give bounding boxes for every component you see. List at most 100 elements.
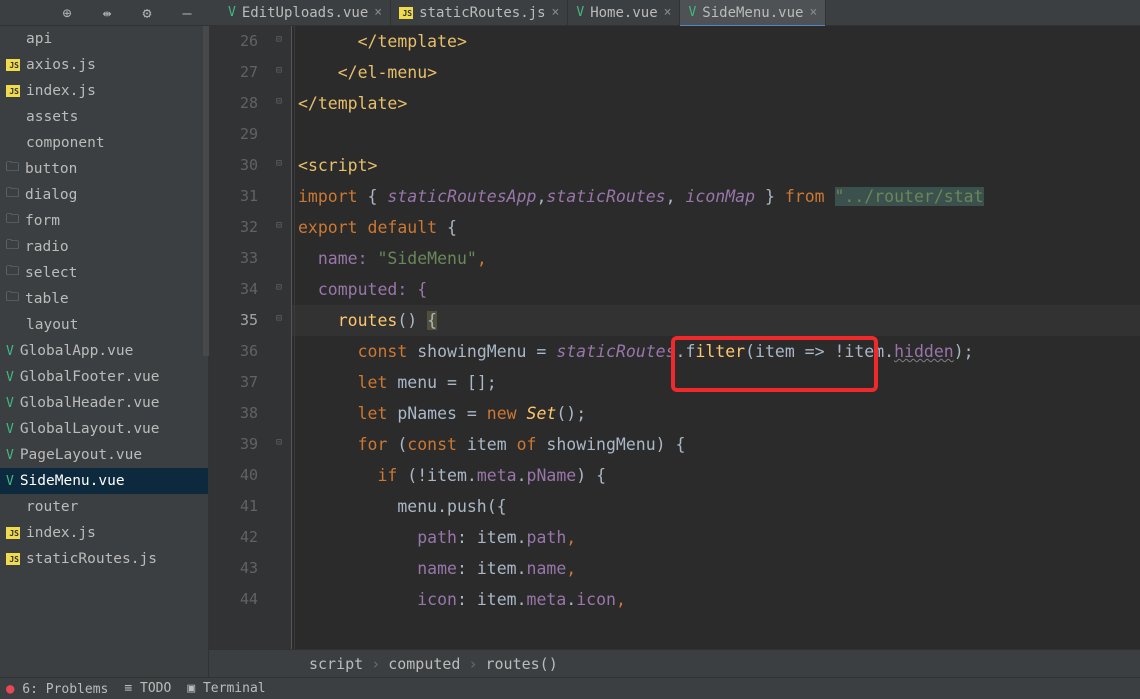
tree-item[interactable]: JS staticRoutes.js [0,546,208,572]
tab-label: staticRoutes.js [419,5,545,21]
tree-item-label: staticRoutes.js [26,551,157,567]
tree-item-label: GlobalLayout.vue [20,421,160,437]
tree-item[interactable]: V GlobalApp.vue [0,338,208,364]
tree-item-label: layout [26,317,78,333]
folder-icon [6,136,20,150]
gear-icon[interactable]: ⚙ [136,2,158,24]
tree-item[interactable]: JS index.js [0,78,208,104]
vue-icon: V [6,474,14,489]
tab-label: Home.vue [590,5,657,21]
tree-item-label: select [25,265,77,281]
folder-icon: 🗀 [6,210,19,232]
tool-window-bar: ● 6: Problems ≡ TODO ▣ Terminal [0,677,1140,699]
js-icon: JS [6,59,20,71]
line-gutter: 26272829303132333435363738394041424344 [209,26,274,649]
vue-icon: V [6,448,14,463]
tab-label: SideMenu.vue [702,5,803,21]
breadcrumb-item[interactable]: routes() [486,655,558,673]
chevron-right-icon: › [468,655,477,673]
tree-item-label: component [26,135,105,151]
tree-item[interactable]: JS axios.js [0,52,208,78]
tree-item-label: GlobalFooter.vue [20,369,160,385]
close-icon[interactable]: × [809,5,817,20]
folder-icon: 🗀 [6,288,19,310]
tree-item-label: button [25,161,77,177]
tree-item[interactable]: layout [0,312,208,338]
tab-edituploads[interactable]: V EditUploads.vue × [220,0,391,26]
tree-item-label: SideMenu.vue [20,473,125,489]
folder-icon: 🗀 [6,262,19,284]
tree-item[interactable]: assets [0,104,208,130]
folder-icon [6,500,20,514]
tab-home[interactable]: V Home.vue × [568,0,680,26]
chevron-right-icon: › [371,655,380,673]
folder-icon: 🗀 [6,184,19,206]
editor-tabs: V EditUploads.vue × JS staticRoutes.js ×… [220,0,826,26]
vue-icon: V [6,344,14,359]
terminal-button[interactable]: ▣ Terminal [187,681,265,696]
tab-staticroutes[interactable]: JS staticRoutes.js × [391,0,568,26]
tree-item[interactable]: 🗀 dialog [0,182,208,208]
target-icon[interactable]: ⊕ [56,2,78,24]
tree-item[interactable]: api [0,26,208,52]
code-area[interactable]: </template> </el-menu> </template> <scri… [292,26,1140,649]
tree-item[interactable]: 🗀 button [0,156,208,182]
vue-icon: V [688,5,696,20]
js-icon: JS [6,527,20,539]
tree-item[interactable]: 🗀 radio [0,234,208,260]
tree-item[interactable]: V SideMenu.vue [0,468,208,494]
tree-item-label: assets [26,109,78,125]
tree-item[interactable]: JS index.js [0,520,208,546]
tree-item[interactable]: 🗀 table [0,286,208,312]
close-icon[interactable]: × [664,5,672,20]
tree-item[interactable]: 🗀 select [0,260,208,286]
tree-item-label: index.js [26,83,96,99]
tree-item-label: dialog [25,187,77,203]
vue-icon: V [228,5,236,20]
tree-item-label: radio [25,239,69,255]
tab-label: EditUploads.vue [242,5,368,21]
breadcrumb[interactable]: script › computed › routes() [209,649,1140,677]
vue-icon: V [6,422,14,437]
folder-icon [6,318,20,332]
js-icon: JS [6,553,20,565]
js-icon: JS [6,85,20,97]
folder-icon [6,32,20,46]
minimize-icon[interactable]: — [176,2,198,24]
tab-sidemenu[interactable]: V SideMenu.vue × [680,0,826,26]
divide-icon[interactable]: ⇹ [96,2,118,24]
folder-icon: 🗀 [6,236,19,258]
folder-icon: 🗀 [6,158,19,180]
tree-item[interactable]: 🗀 form [0,208,208,234]
tree-item-label: axios.js [26,57,96,73]
fold-column[interactable]: ⊟⊟⊟⊟⊟⊟⊟⊟ [274,26,292,649]
tree-item[interactable]: router [0,494,208,520]
tree-item[interactable]: V GlobalHeader.vue [0,390,208,416]
code-editor[interactable]: 26272829303132333435363738394041424344 ⊟… [209,26,1140,677]
vue-icon: V [6,370,14,385]
tree-item-label: form [25,213,60,229]
tree-item-label: router [26,499,78,515]
tree-item-label: api [26,31,52,47]
tree-item-label: GlobalHeader.vue [20,395,160,411]
folder-icon [6,110,20,124]
vue-icon: V [6,396,14,411]
tree-item-label: index.js [26,525,96,541]
tree-item[interactable]: V GlobalFooter.vue [0,364,208,390]
tree-item-label: PageLayout.vue [20,447,142,463]
close-icon[interactable]: × [374,5,382,20]
tree-item[interactable]: component [0,130,208,156]
close-icon[interactable]: × [552,5,560,20]
todo-button[interactable]: ≡ TODO [124,681,171,696]
breadcrumb-item[interactable]: computed [388,655,460,673]
tree-item-label: table [25,291,69,307]
problems-button[interactable]: ● 6: Problems [6,681,108,697]
breadcrumb-item[interactable]: script [309,655,363,673]
vue-icon: V [576,5,584,20]
tree-item-label: GlobalApp.vue [20,343,134,359]
top-toolbar: ⊕ ⇹ ⚙ — V EditUploads.vue × JS staticRou… [0,0,1140,26]
project-tree[interactable]: api JS axios.js JS index.js assets component 🗀 b… [0,26,209,677]
js-icon: JS [399,7,413,19]
tree-item[interactable]: V PageLayout.vue [0,442,208,468]
tree-item[interactable]: V GlobalLayout.vue [0,416,208,442]
